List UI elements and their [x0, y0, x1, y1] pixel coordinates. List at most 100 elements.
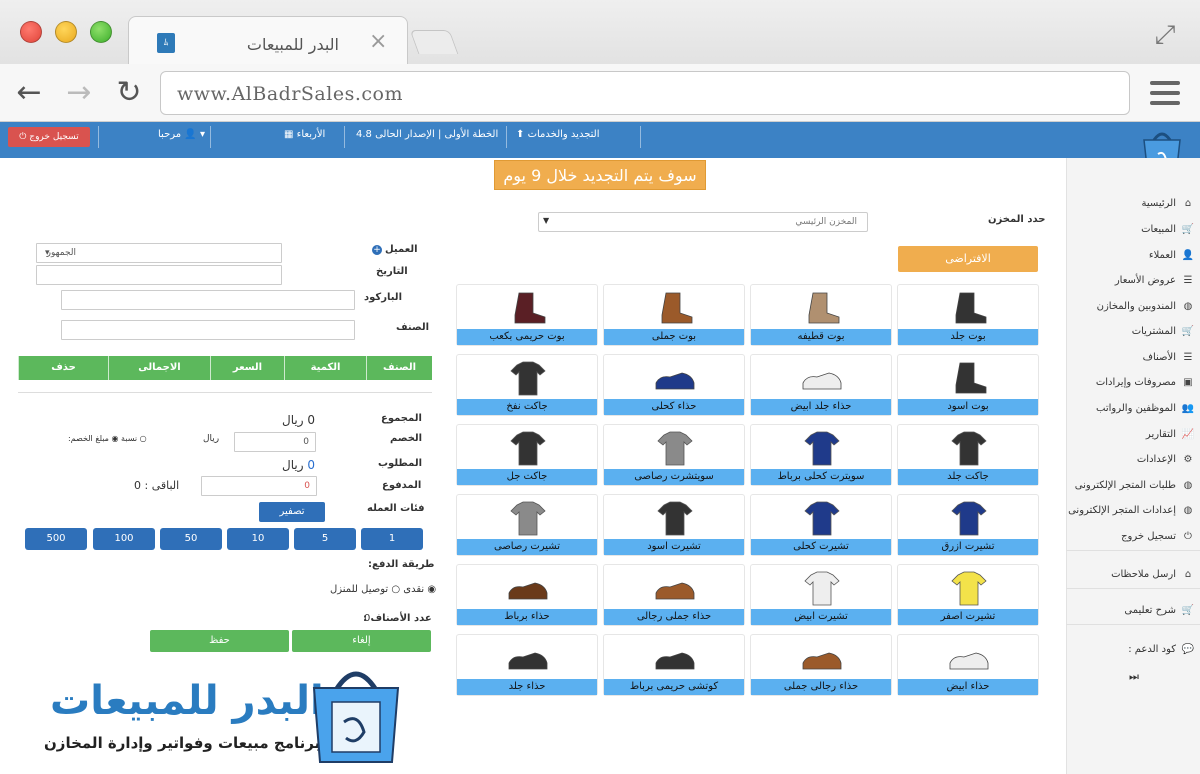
- add-customer-icon[interactable]: +: [372, 245, 382, 255]
- denomination-button[interactable]: 500: [25, 528, 87, 550]
- date-field[interactable]: [36, 265, 282, 285]
- sidebar-item[interactable]: ⏻ تسجيل خروج: [1066, 531, 1194, 542]
- user-menu[interactable]: ▾ 👤 مرحبا: [158, 129, 205, 140]
- forward-arrow-icon[interactable]: →: [62, 76, 96, 110]
- product-card[interactable]: حذاء رجالى جملى: [750, 634, 892, 696]
- sidebar-item[interactable]: 🛒 شرح تعليمى: [1066, 605, 1194, 616]
- product-card[interactable]: سويتشرت رصاصى: [603, 424, 745, 486]
- product-card[interactable]: تشيرت اسود: [603, 494, 745, 556]
- sidebar-item[interactable]: 👤 العملاء: [1066, 250, 1194, 261]
- product-card[interactable]: تشيرت ابيض: [750, 564, 892, 626]
- product-card[interactable]: جاكت نفخ: [456, 354, 598, 416]
- reset-button[interactable]: تصفير: [259, 502, 325, 522]
- product-name: حذاء كحلى: [604, 399, 744, 415]
- sidebar-item[interactable]: ◍ إعدادات المتجر الإلكترونى: [1066, 505, 1194, 516]
- product-card[interactable]: كوتشى حريمى برباط: [603, 634, 745, 696]
- sidebar-item-label: عروض الأسعار: [1114, 275, 1176, 286]
- product-card[interactable]: بوت قطيفه: [750, 284, 892, 346]
- minimize-window-button[interactable]: [55, 21, 77, 43]
- product-card[interactable]: بوت جلد: [897, 284, 1039, 346]
- maximize-window-button[interactable]: [90, 21, 112, 43]
- fullscreen-icon[interactable]: ⤢: [1150, 20, 1180, 50]
- skip-forward-icon[interactable]: ⏭: [1129, 670, 1139, 684]
- sidebar-item[interactable]: ⌂ الرئيسية: [1066, 198, 1194, 209]
- save-button[interactable]: حفظ: [150, 630, 289, 652]
- chart-icon: 📈: [1181, 429, 1194, 440]
- tab-close-icon[interactable]: ×: [369, 29, 387, 54]
- product-image: [802, 372, 842, 390]
- close-window-button[interactable]: [20, 21, 42, 43]
- denomination-button[interactable]: 100: [93, 528, 155, 550]
- store-select[interactable]: المخزن الرئيسي ▼: [538, 212, 868, 232]
- browser-menu-icon[interactable]: [1150, 81, 1180, 105]
- product-image: [951, 501, 987, 536]
- sidebar-divider: [1066, 550, 1200, 551]
- item-search-input[interactable]: [61, 320, 355, 340]
- sidebar-item-label: العملاء: [1148, 250, 1176, 261]
- nav-divider: [640, 126, 641, 148]
- sidebar-item[interactable]: 🛒 المبيعات: [1066, 224, 1194, 235]
- product-card[interactable]: بوت حريمى بكعب: [456, 284, 598, 346]
- sidebar-item[interactable]: ⌂ ارسل ملاحظات: [1066, 569, 1194, 580]
- product-card[interactable]: تشيرت ازرق: [897, 494, 1039, 556]
- browser-tab[interactable]: ﾑ البدر للمبيعات ×: [128, 16, 408, 66]
- new-tab-button[interactable]: [409, 30, 459, 54]
- sidebar-item-label: مصروفات وإيرادات: [1095, 377, 1176, 388]
- product-name: سويتشرت رصاصى: [604, 469, 744, 485]
- reload-icon[interactable]: ↻: [112, 76, 146, 110]
- sidebar-item[interactable]: ☰ عروض الأسعار: [1066, 275, 1194, 286]
- product-card[interactable]: تشيرت اصفر: [897, 564, 1039, 626]
- denomination-button[interactable]: 1: [361, 528, 423, 550]
- sidebar-item[interactable]: ◍ المندوبين والمخازن: [1066, 301, 1194, 312]
- product-card[interactable]: حذاء جملى رجالى: [603, 564, 745, 626]
- paid-input[interactable]: 0: [201, 476, 317, 496]
- sidebar-item-label: الرئيسية: [1141, 198, 1176, 209]
- payment-delivery-option[interactable]: ○ توصيل للمنزل: [330, 584, 400, 595]
- sidebar-item[interactable]: 👥 الموظفين والرواتب: [1066, 403, 1194, 414]
- renewal-label: التجديد والخدمات: [527, 129, 600, 140]
- chat-icon: 💬: [1181, 644, 1194, 655]
- product-card[interactable]: تشيرت رصاصى: [456, 494, 598, 556]
- product-name: تشيرت ازرق: [898, 539, 1038, 555]
- discount-percent-option[interactable]: ○ نسبة: [121, 434, 147, 443]
- product-card[interactable]: حذاء برباط: [456, 564, 598, 626]
- sidebar-item[interactable]: ▣ مصروفات وإيرادات: [1066, 377, 1194, 388]
- sidebar-item[interactable]: 🛒 المشتريات: [1066, 326, 1194, 337]
- product-card[interactable]: حذاء جلد ابيض: [750, 354, 892, 416]
- barcode-input[interactable]: [61, 290, 355, 310]
- users-icon: 👥: [1181, 403, 1194, 414]
- cancel-button[interactable]: إلغاء: [292, 630, 431, 652]
- address-bar[interactable]: www.AlBadrSales.com: [160, 71, 1130, 115]
- product-card[interactable]: حذاء جلد: [456, 634, 598, 696]
- discount-fixed-option[interactable]: ◉ مبلغ: [95, 434, 118, 443]
- denomination-button[interactable]: 50: [160, 528, 222, 550]
- sidebar-item[interactable]: ☰ الأصناف: [1066, 352, 1194, 363]
- payment-cash-option[interactable]: ◉ نقدى: [403, 584, 436, 595]
- product-card[interactable]: حذاء ابيض: [897, 634, 1039, 696]
- product-image: [951, 571, 987, 606]
- product-card[interactable]: بوت جملى: [603, 284, 745, 346]
- customer-select[interactable]: ▾ الجمهور: [36, 243, 282, 263]
- product-card[interactable]: بوت اسود: [897, 354, 1039, 416]
- sidebar-item[interactable]: ◍ طلبات المتجر الإلكترونى: [1066, 480, 1194, 491]
- logout-button[interactable]: تسجيل خروج ⏻: [8, 127, 90, 147]
- cart-icon: 🛒: [1181, 224, 1194, 235]
- product-card[interactable]: جاكت جلد: [897, 424, 1039, 486]
- product-card[interactable]: حذاء كحلى: [603, 354, 745, 416]
- sidebar-item[interactable]: 📈 التقارير: [1066, 429, 1194, 440]
- default-button[interactable]: الافتراضى: [898, 246, 1038, 272]
- customer-label: العميل: [385, 244, 418, 255]
- cart-icon: 🛒: [1181, 605, 1194, 616]
- product-name: بوت اسود: [898, 399, 1038, 415]
- product-card[interactable]: جاكت جل: [456, 424, 598, 486]
- sidebar-item[interactable]: ⚙ الإعدادات: [1066, 454, 1194, 465]
- denomination-button[interactable]: 5: [294, 528, 356, 550]
- product-card[interactable]: سويترت كحلى برباط: [750, 424, 892, 486]
- discount-input[interactable]: 0: [234, 432, 316, 452]
- product-card[interactable]: تشيرت كحلى: [750, 494, 892, 556]
- renewal-link[interactable]: التجديد والخدمات ⬆: [516, 129, 600, 140]
- denomination-button[interactable]: 10: [227, 528, 289, 550]
- item-count: عدد الأصناف :: [363, 613, 432, 624]
- remaining-text: الباقى : 0: [134, 479, 180, 492]
- back-arrow-icon[interactable]: ←: [12, 76, 46, 110]
